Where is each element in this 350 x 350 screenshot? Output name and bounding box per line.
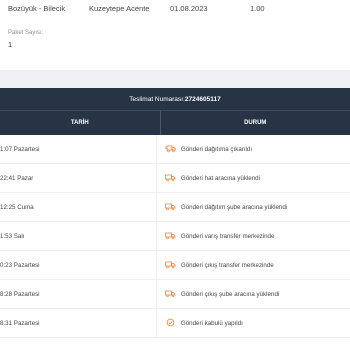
column-date: TARİH bbox=[0, 111, 161, 135]
truck-icon bbox=[165, 231, 176, 242]
row-status: Gönderi kabulü yapıldı bbox=[157, 318, 350, 329]
package-count-label: Paket Sayısı: bbox=[8, 30, 44, 36]
tracking-header: Teslimat Numarası: 2724605117 bbox=[0, 88, 350, 110]
truck-icon bbox=[165, 289, 176, 300]
row-date: 8:28 Pazartesi bbox=[0, 280, 157, 308]
row-status: Gönderi hat aracına yüklendi bbox=[157, 173, 350, 184]
row-status-text: Gönderi hat aracına yüklendi bbox=[180, 174, 261, 182]
row-status-text: Gönderi varış transfer merkezinde bbox=[180, 232, 275, 240]
row-status: Gönderi dağıtım şube aracına yüklendi bbox=[157, 202, 350, 213]
row-date: 1:07 Pazartesi bbox=[0, 135, 157, 163]
row-status-text: Gönderi kabulü yapıldı bbox=[180, 319, 243, 327]
table-row: 8:31 Pazartesi Gönderi kabulü yapıldı bbox=[0, 309, 350, 338]
date-text: 01.08.2023 bbox=[170, 4, 208, 13]
row-status-text: Gönderi dağıtım şube aracına yüklendi bbox=[180, 203, 288, 211]
agency-text: Kuzeytepe Acente bbox=[89, 4, 150, 13]
truck-icon bbox=[165, 173, 176, 184]
table-column-header: TARİH DURUM bbox=[0, 110, 350, 135]
row-date: 22:41 Pazar bbox=[0, 164, 157, 192]
table-row: 22:41 Pazar Gönderi hat aracına yüklendi bbox=[0, 164, 350, 193]
package-count-value: 1 bbox=[8, 40, 13, 49]
check-badge-icon bbox=[165, 318, 176, 329]
route-text: Bozüyük - Bilecik bbox=[8, 4, 66, 13]
tracking-label: Teslimat Numarası: bbox=[129, 95, 185, 103]
row-status: Gönderi çıkış transfer merkezinde bbox=[157, 260, 350, 271]
shipment-summary-card: Bozüyük - Bilecik Kuzeytepe Acente 01.08… bbox=[0, 0, 350, 70]
table-row: 1:53 Salı Gönderi varış transfer merkezin… bbox=[0, 222, 350, 251]
row-date: 1:53 Salı bbox=[0, 222, 157, 250]
table-row: 0:23 Pazartesi Gönderi çıkış transfer mer… bbox=[0, 251, 350, 280]
row-status-text: Gönderi çıkış transfer merkezinde bbox=[180, 261, 274, 269]
row-status: Gönderi çıkış şube aracına yüklendi bbox=[157, 289, 350, 300]
table-body: 1:07 Pazartesi Gönderi dağıtıma çıkarıldı… bbox=[0, 135, 350, 338]
row-status-text: Gönderi dağıtıma çıkarıldı bbox=[180, 145, 253, 153]
tracking-number[interactable]: 2724605117 bbox=[185, 96, 221, 103]
table-row: 12:25 Cuma Gönderi dağıtım şube aracına y… bbox=[0, 193, 350, 222]
row-status-text: Gönderi çıkış şube aracına yüklendi bbox=[180, 290, 280, 298]
truck-fast-icon bbox=[164, 144, 176, 155]
row-date: 8:31 Pazartesi bbox=[0, 309, 157, 337]
weight-text: 1.00 bbox=[250, 4, 265, 13]
row-date: 0:23 Pazartesi bbox=[0, 251, 157, 279]
row-status: Gönderi dağıtıma çıkarıldı bbox=[157, 144, 350, 155]
table-row: 1:07 Pazartesi Gönderi dağıtıma çıkarıldı bbox=[0, 135, 350, 164]
row-status: Gönderi varış transfer merkezinde bbox=[157, 231, 350, 242]
row-date: 12:25 Cuma bbox=[0, 193, 157, 221]
shipment-history-table: Teslimat Numarası: 2724605117 TARİH DURUM… bbox=[0, 88, 350, 350]
table-row: 8:28 Pazartesi Gönderi çıkış şube aracına… bbox=[0, 280, 350, 309]
column-status: DURUM bbox=[244, 120, 267, 126]
truck-icon bbox=[165, 260, 176, 271]
truck-icon bbox=[165, 202, 176, 213]
